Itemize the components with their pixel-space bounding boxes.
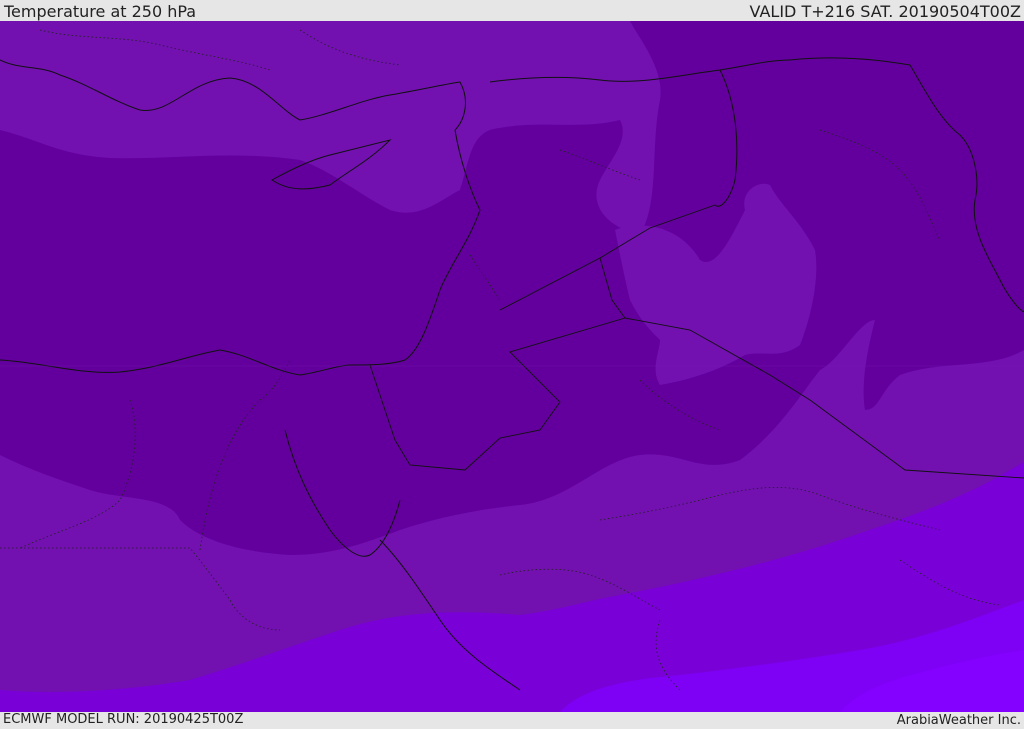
- temperature-map[interactable]: [0, 21, 1024, 712]
- map-frame: Temperature at 250 hPa VALID T+216 SAT. …: [0, 0, 1024, 729]
- map-svg: [0, 21, 1024, 712]
- valid-time: VALID T+216 SAT. 20190504T00Z: [749, 2, 1021, 21]
- header-bar: Temperature at 250 hPa VALID T+216 SAT. …: [0, 0, 1024, 21]
- model-run: ECMWF MODEL RUN: 20190425T00Z: [3, 712, 244, 727]
- credit: ArabiaWeather Inc.: [896, 713, 1021, 728]
- footer-bar: ECMWF MODEL RUN: 20190425T00Z ArabiaWeat…: [0, 712, 1024, 729]
- map-title: Temperature at 250 hPa: [4, 2, 197, 21]
